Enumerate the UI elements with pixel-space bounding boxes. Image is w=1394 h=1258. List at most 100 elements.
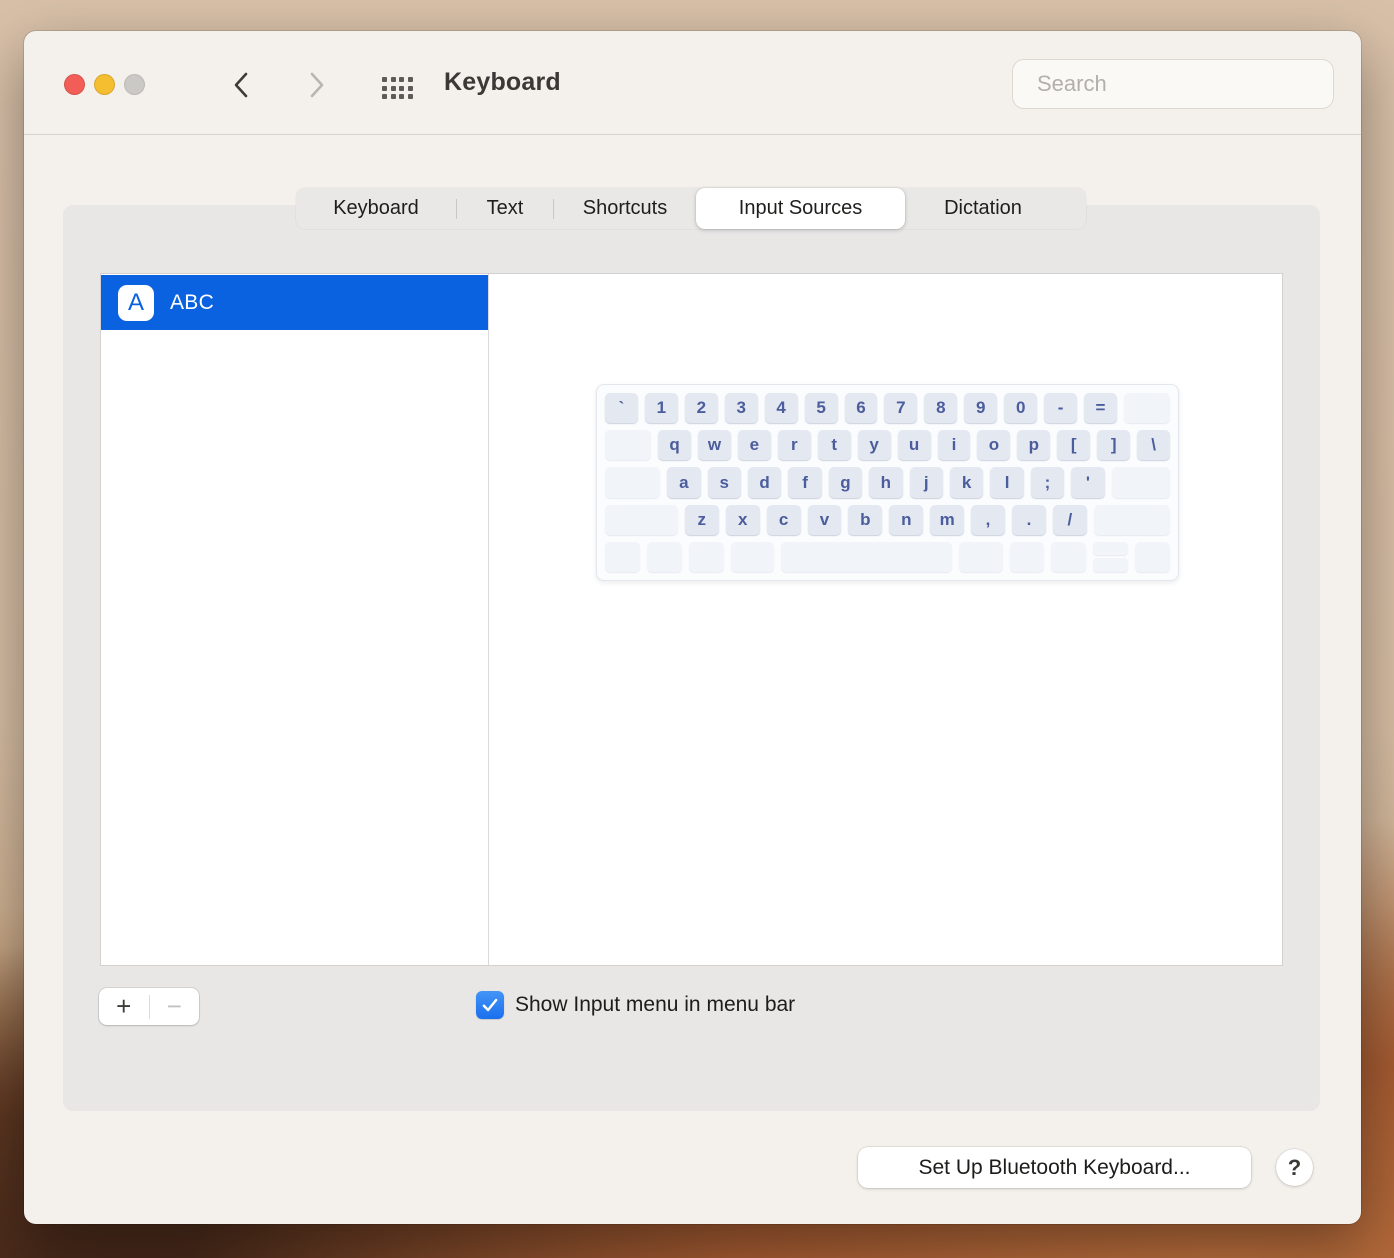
checkmark-icon <box>482 998 498 1012</box>
key-=: = <box>1084 393 1117 424</box>
keyboard-row: ` 1 2 3 4 5 6 7 8 9 0- = <box>605 393 1171 424</box>
add-remove-control: + − <box>99 988 199 1025</box>
key-/: / <box>1052 504 1087 535</box>
key-p: p <box>1017 430 1051 461</box>
window-title: Keyboard <box>444 68 561 96</box>
key-w: w <box>698 430 731 461</box>
minimize-button[interactable] <box>94 74 115 95</box>
key-blank <box>1135 541 1170 573</box>
key-blank <box>605 504 678 535</box>
key-y: y <box>857 430 891 461</box>
preference-tabs: Keyboard Text Shortcuts Input Sources Di… <box>296 188 1086 229</box>
input-sources-content: A ABC ` 1 2 3 4 5 6 7 8 9 0- = q w e r t y u i o p[] \ a s d f g h j k… <box>100 273 1283 966</box>
key-t: t <box>817 430 851 461</box>
chevron-right-icon <box>310 72 324 98</box>
key-arrow-up <box>1093 541 1129 556</box>
key-blank <box>781 541 952 573</box>
key-[: [ <box>1057 430 1091 461</box>
key-4: 4 <box>764 393 798 424</box>
tab-input-sources[interactable]: Input Sources <box>696 188 905 229</box>
traffic-lights <box>64 74 145 95</box>
key-b: b <box>848 504 883 535</box>
key-blank <box>1111 467 1171 498</box>
tab-keyboard[interactable]: Keyboard <box>296 188 456 229</box>
key-blank <box>958 541 1003 573</box>
key-q: q <box>658 430 691 461</box>
key-c: c <box>766 504 801 535</box>
list-item-abc[interactable]: A ABC <box>101 275 488 330</box>
show-input-menu-row: Show Input menu in menu bar <box>476 991 795 1019</box>
key-o: o <box>977 430 1011 461</box>
input-source-list[interactable]: A ABC <box>101 274 489 965</box>
key-s: s <box>707 467 741 498</box>
key-blank <box>605 467 661 498</box>
keyboard-row: a s d f g h j k l; ' <box>605 467 1171 498</box>
key-blank <box>1123 393 1171 424</box>
keyboard-row: q w e r t y u i o p[] \ <box>605 430 1171 461</box>
setup-bluetooth-keyboard-button[interactable]: Set Up Bluetooth Keyboard... <box>858 1147 1251 1188</box>
tab-shortcuts[interactable]: Shortcuts <box>554 188 696 229</box>
key-2: 2 <box>684 393 718 424</box>
search-input[interactable] <box>1037 71 1325 97</box>
keyboard-row <box>605 541 1170 573</box>
key-v: v <box>807 504 842 535</box>
key-h: h <box>869 467 903 498</box>
show-all-grid-icon[interactable] <box>382 77 413 99</box>
titlebar[interactable]: Keyboard <box>24 31 1361 135</box>
close-button[interactable] <box>64 74 85 95</box>
help-button[interactable]: ? <box>1276 1149 1313 1186</box>
key-3: 3 <box>724 393 758 424</box>
key-;: ; <box>1030 467 1065 498</box>
key-blank <box>1051 541 1087 573</box>
key-arrow-updown <box>1093 541 1129 573</box>
key-n: n <box>889 504 924 535</box>
key-.: . <box>1011 504 1046 535</box>
key-': ' <box>1071 467 1105 498</box>
key-k: k <box>949 467 984 498</box>
show-input-menu-label: Show Input menu in menu bar <box>515 993 796 1016</box>
key-blank <box>730 541 775 573</box>
key-z: z <box>684 504 719 535</box>
key-blank <box>605 541 640 573</box>
key-m: m <box>930 504 965 535</box>
key-r: r <box>777 430 811 461</box>
key-e: e <box>737 430 771 461</box>
remove-input-source-button: − <box>166 991 182 1021</box>
key-blank <box>1093 504 1171 535</box>
add-input-source-button[interactable]: + <box>99 988 149 1025</box>
key-d: d <box>747 467 782 498</box>
key-g: g <box>828 467 863 498</box>
key-8: 8 <box>924 393 958 424</box>
show-input-menu-checkbox[interactable] <box>476 991 504 1019</box>
key-7: 7 <box>884 393 918 424</box>
key-u: u <box>897 430 931 461</box>
key-i: i <box>937 430 971 461</box>
key-x: x <box>725 504 760 535</box>
key-blank <box>1009 541 1045 573</box>
key-6: 6 <box>844 393 878 424</box>
key-]: ] <box>1097 430 1131 461</box>
forward-button <box>302 69 332 101</box>
key-l: l <box>990 467 1024 498</box>
zoom-button <box>124 74 145 95</box>
key--: - <box>1044 393 1078 424</box>
key-j: j <box>909 467 943 498</box>
tab-text[interactable]: Text <box>457 188 553 229</box>
search-field[interactable] <box>1012 59 1334 109</box>
desktop-wallpaper: Keyboard Keyboard Text Shortcuts Input S… <box>0 0 1394 1258</box>
key-5: 5 <box>804 393 838 424</box>
key-f: f <box>788 467 822 498</box>
chevron-left-icon <box>234 72 248 98</box>
input-source-label: ABC <box>170 290 215 314</box>
key-0: 0 <box>1004 393 1038 424</box>
key-9: 9 <box>964 393 998 424</box>
key-blank <box>646 541 682 573</box>
key-a: a <box>667 467 701 498</box>
key-\: \ <box>1137 430 1171 461</box>
back-button[interactable] <box>226 69 256 101</box>
tab-dictation[interactable]: Dictation <box>905 188 1061 229</box>
input-source-icon: A <box>118 284 154 321</box>
keyboard-preferences-window: Keyboard Keyboard Text Shortcuts Input S… <box>24 31 1361 1224</box>
key-`: ` <box>605 393 638 424</box>
key-blank <box>688 541 724 573</box>
